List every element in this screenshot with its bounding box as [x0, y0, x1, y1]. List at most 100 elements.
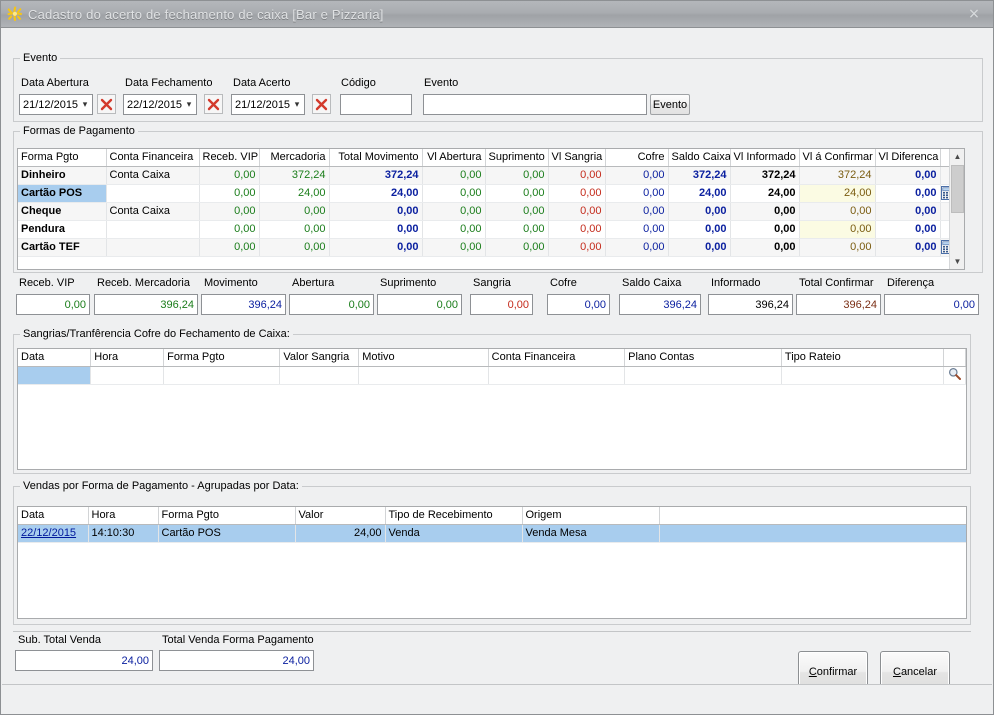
cell-mercadoria[interactable]: 0,00 — [259, 238, 330, 257]
cell-forma[interactable]: Cartão POS — [18, 184, 107, 203]
chevron-down-icon[interactable]: ▾ — [290, 95, 304, 114]
cell-confirmar[interactable]: 372,24 — [799, 166, 876, 185]
cell-diferenca[interactable]: 0,00 — [875, 220, 941, 239]
column-header-motivo[interactable]: Motivo — [358, 349, 489, 367]
evento-button[interactable]: Evento — [650, 94, 690, 115]
cell-saldo[interactable]: 24,00 — [668, 184, 731, 203]
formas-pagamento-grid[interactable]: Forma Pgto Conta Financeira Receb. VIP Merc… — [17, 148, 965, 270]
cell-informado[interactable]: 372,24 — [730, 166, 800, 185]
cell-abertura[interactable]: 0,00 — [422, 166, 486, 185]
cell-suprimento[interactable]: 0,00 — [485, 184, 549, 203]
cell-forma[interactable] — [163, 366, 281, 385]
cell-vip[interactable]: 0,00 — [199, 202, 260, 221]
cell-total_mov[interactable]: 0,00 — [329, 220, 423, 239]
table-row[interactable]: 22/12/2015 14:10:30 Cartão POS 24,00 Venda Ve… — [18, 524, 966, 543]
cell-forma[interactable]: Dinheiro — [18, 166, 107, 185]
column-header-data[interactable]: Data — [18, 349, 92, 367]
column-header-plano-contas[interactable]: Plano Contas — [624, 349, 782, 367]
column-header-mercadoria[interactable]: Mercadoria — [259, 149, 330, 167]
cell-confirmar[interactable]: 24,00 — [799, 184, 876, 203]
cell-sangria[interactable]: 0,00 — [548, 220, 606, 239]
cell-valor[interactable] — [279, 366, 360, 385]
cell-saldo[interactable]: 0,00 — [668, 202, 731, 221]
cell-origem[interactable]: Venda Mesa — [522, 524, 660, 543]
cell-suprimento[interactable]: 0,00 — [485, 220, 549, 239]
magnifier-icon[interactable] — [943, 366, 966, 385]
cell-sangria[interactable]: 0,00 — [548, 238, 606, 257]
table-row[interactable]: Cartão TEF 0,00 0,00 0,00 0,00 0,00 0,00 0,00 0,… — [18, 238, 949, 257]
cell-diferenca[interactable]: 0,00 — [875, 202, 941, 221]
cell-informado[interactable]: 24,00 — [730, 184, 800, 203]
cell-saldo[interactable]: 372,24 — [668, 166, 731, 185]
column-header-tipo-de-recebimento[interactable]: Tipo de Recebimento — [385, 507, 523, 525]
cell-vip[interactable]: 0,00 — [199, 220, 260, 239]
cofre-value[interactable]: 0,00 — [547, 294, 610, 315]
cell-forma[interactable]: Pendura — [18, 220, 107, 239]
cell-sangria[interactable]: 0,00 — [548, 184, 606, 203]
sub-total-venda-value[interactable]: 24,00 — [15, 650, 153, 671]
column-header-vl-informado[interactable]: Vl Informado — [730, 149, 800, 167]
cell-total_mov[interactable]: 0,00 — [329, 202, 423, 221]
cell-abertura[interactable]: 0,00 — [422, 220, 486, 239]
table-row[interactable] — [18, 366, 966, 385]
suprimento-value[interactable]: 0,00 — [377, 294, 462, 315]
cell-confirmar[interactable]: 0,00 — [799, 220, 876, 239]
cell-cofre[interactable]: 0,00 — [605, 202, 669, 221]
cell-informado[interactable]: 0,00 — [730, 220, 800, 239]
column-header-conta-financeira[interactable]: Conta Financeira — [106, 149, 200, 167]
diferenca-value[interactable]: 0,00 — [884, 294, 979, 315]
column-header-conta-financeira[interactable]: Conta Financeira — [488, 349, 626, 367]
vendas-grid[interactable]: Data Hora Forma Pgto Valor Tipo de Recebimen… — [17, 506, 967, 619]
column-header-valor-sangria[interactable]: Valor Sangria — [279, 349, 360, 367]
column-header-suprimento[interactable]: Suprimento — [485, 149, 549, 167]
evento-input[interactable] — [423, 94, 647, 115]
cell-total_mov[interactable]: 372,24 — [329, 166, 423, 185]
cell-conta[interactable]: Conta Caixa — [106, 166, 200, 185]
data-fechamento-combo[interactable]: 22/12/2015 ▾ — [123, 94, 197, 115]
cell-diferenca[interactable]: 0,00 — [875, 184, 941, 203]
cell-cofre[interactable]: 0,00 — [605, 184, 669, 203]
receb-vip-value[interactable]: 0,00 — [16, 294, 90, 315]
table-row[interactable]: Cheque Conta Caixa 0,00 0,00 0,00 0,00 0,00 0,0… — [18, 202, 949, 221]
formas-pagamento-scrollbar[interactable]: ▲ ▼ — [949, 149, 964, 269]
cell-forma[interactable]: Cheque — [18, 202, 107, 221]
abertura-value[interactable]: 0,00 — [289, 294, 374, 315]
cell-rateio[interactable] — [781, 366, 944, 385]
cell-suprimento[interactable]: 0,00 — [485, 238, 549, 257]
column-header-vl-confirmar[interactable]: Vl á Confirmar — [799, 149, 876, 167]
column-header-cofre[interactable]: Cofre — [605, 149, 669, 167]
cell-data[interactable] — [18, 366, 92, 385]
cell-mercadoria[interactable]: 0,00 — [259, 220, 330, 239]
cell-forma[interactable]: Cartão POS — [158, 524, 296, 543]
clear-data-acerto-button[interactable] — [312, 94, 331, 114]
total-venda-forma-value[interactable]: 24,00 — [159, 650, 314, 671]
column-header-forma-pgto[interactable]: Forma Pgto — [163, 349, 281, 367]
cell-hora[interactable]: 14:10:30 — [88, 524, 159, 543]
cell-saldo[interactable]: 0,00 — [668, 238, 731, 257]
clear-data-abertura-button[interactable] — [97, 94, 116, 114]
sangria-value[interactable]: 0,00 — [470, 294, 533, 315]
column-header-data[interactable]: Data — [18, 507, 89, 525]
cell-tipo[interactable]: Venda — [385, 524, 523, 543]
cell-total_mov[interactable]: 0,00 — [329, 238, 423, 257]
column-header-receb-vip[interactable]: Receb. VIP — [199, 149, 260, 167]
cell-sangria[interactable]: 0,00 — [548, 166, 606, 185]
cell-conta[interactable]: Conta Caixa — [106, 202, 200, 221]
cell-hora[interactable] — [90, 366, 165, 385]
cell-suprimento[interactable]: 0,00 — [485, 202, 549, 221]
cell-motivo[interactable] — [358, 366, 489, 385]
column-header-hora[interactable]: Hora — [90, 349, 165, 367]
cell-confirmar[interactable]: 0,00 — [799, 238, 876, 257]
cell-abertura[interactable]: 0,00 — [422, 184, 486, 203]
cell-suprimento[interactable]: 0,00 — [485, 166, 549, 185]
cell-diferenca[interactable]: 0,00 — [875, 166, 941, 185]
cell-abertura[interactable]: 0,00 — [422, 202, 486, 221]
column-header-vl-diferenca[interactable]: Vl Diferenca — [875, 149, 941, 167]
cell-cofre[interactable]: 0,00 — [605, 166, 669, 185]
scroll-up-icon[interactable]: ▲ — [950, 149, 964, 164]
chevron-down-icon[interactable]: ▾ — [78, 95, 92, 114]
cell-conta[interactable] — [106, 184, 200, 203]
scroll-down-icon[interactable]: ▼ — [950, 254, 964, 269]
scrollbar-thumb[interactable] — [951, 165, 964, 213]
cell-valor[interactable]: 24,00 — [295, 524, 386, 543]
